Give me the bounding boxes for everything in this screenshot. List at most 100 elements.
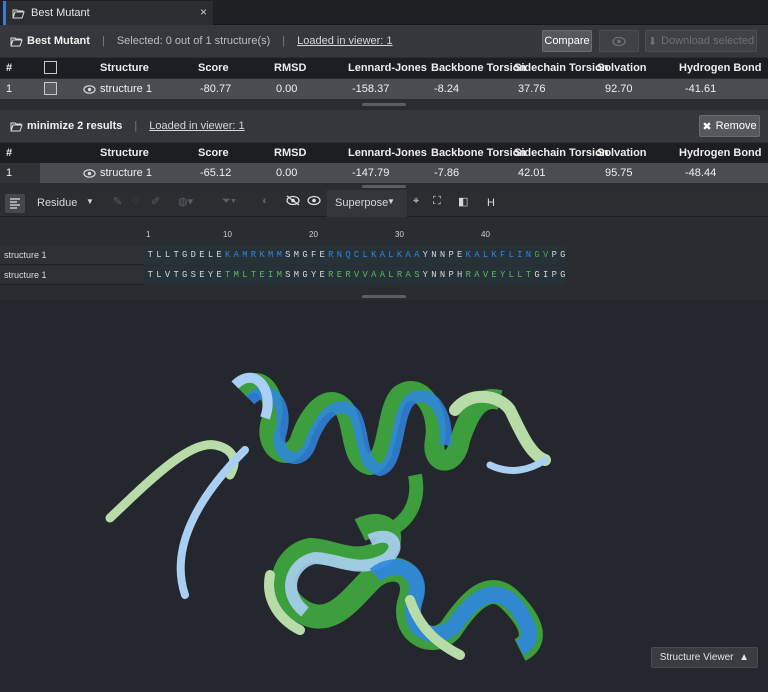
eye-icon[interactable] [83,169,96,178]
drag-handle[interactable] [362,185,406,188]
residue[interactable]: T [249,270,258,280]
residue[interactable]: E [335,270,344,280]
table-row[interactable]: 1 structure 1 -80.77 0.00 -158.37 -8.24 … [0,79,768,99]
wand-icon[interactable]: ✎ [113,195,122,208]
panel-splitter[interactable] [0,183,768,190]
residue[interactable]: E [455,250,464,260]
residue[interactable]: G [301,270,310,280]
residue[interactable]: I [541,270,550,280]
residue[interactable]: V [352,270,361,280]
residue[interactable]: K [258,250,267,260]
select-all-checkbox[interactable] [44,61,57,74]
drag-handle[interactable] [362,103,406,106]
residue[interactable]: V [163,270,172,280]
residue[interactable]: F [309,250,318,260]
residue[interactable]: A [412,250,421,260]
residue[interactable]: N [430,270,439,280]
residue[interactable]: E [258,270,267,280]
column-header-rmsd[interactable]: RMSD [274,147,306,159]
residue[interactable]: K [223,250,232,260]
residue[interactable]: R [344,270,353,280]
residue[interactable]: L [361,250,370,260]
residue[interactable]: Y [498,270,507,280]
column-header-hydrogen-bond[interactable]: Hydrogen Bond [679,147,762,159]
residue[interactable]: R [464,270,473,280]
compare-button[interactable]: Compare [542,30,592,52]
residue[interactable]: F [498,250,507,260]
residue[interactable]: L [481,250,490,260]
residue[interactable]: T [172,270,181,280]
sequence-toggle-button[interactable] [5,194,25,213]
residue[interactable]: E [318,270,327,280]
residue[interactable]: G [533,250,542,260]
brush-icon[interactable]: ✐ [151,195,160,208]
residue[interactable]: A [473,270,482,280]
residue[interactable]: R [326,270,335,280]
residue[interactable]: M [241,250,250,260]
column-header-solvation[interactable]: Solvation [597,62,647,74]
residue[interactable]: M [232,270,241,280]
residue[interactable]: V [361,270,370,280]
structure-viewer-canvas[interactable]: Structure Viewer ▲ [0,300,768,692]
hydrogen-toggle[interactable]: H [487,197,495,209]
residue[interactable]: G [180,250,189,260]
download-selected-button[interactable]: ⬇ Download selected [645,30,757,52]
row-checkbox[interactable] [44,82,57,95]
residue[interactable]: M [275,250,284,260]
residue[interactable]: Y [421,250,430,260]
residue[interactable]: T [524,270,533,280]
crosshair-icon[interactable]: ⌖ [413,195,419,208]
residue[interactable]: R [249,250,258,260]
view-button[interactable] [599,30,639,52]
residue[interactable]: L [507,250,516,260]
fullscreen-icon[interactable]: ⛶ [433,195,441,208]
eye-icon[interactable] [83,85,96,94]
lasso-icon[interactable]: ◌ [132,195,139,207]
residue[interactable]: A [378,250,387,260]
caret-down-icon[interactable]: ▼ [86,197,94,206]
residue[interactable]: L [155,250,164,260]
residue[interactable]: S [284,250,293,260]
column-header-score[interactable]: Score [198,147,229,159]
residue[interactable]: V [481,270,490,280]
loaded-in-viewer-link[interactable]: Loaded in viewer: 1 [149,120,244,132]
residue[interactable]: G [301,250,310,260]
column-header-backbone-torsion[interactable]: Backbone Torsion [431,62,526,74]
close-icon[interactable]: × [200,5,207,19]
contrast-icon[interactable]: ◐ [262,195,269,207]
tab-best-mutant[interactable]: Best Mutant × [3,1,213,25]
eye-slash-icon[interactable] [286,195,300,209]
column-header-lennard-jones[interactable]: Lennard-Jones [348,62,427,74]
panel-splitter[interactable] [0,99,768,109]
residue[interactable]: I [516,250,525,260]
residue[interactable]: N [430,250,439,260]
residue[interactable]: L [516,270,525,280]
residue[interactable]: S [284,270,293,280]
sequence-row[interactable]: structure 1 TLLTGDELEKAMRKMMSMGFERNQCLKA… [0,246,566,265]
residue[interactable]: Y [421,270,430,280]
residue[interactable]: C [352,250,361,260]
sequence-residues[interactable]: TLVTGSEYETMLTEIMSMGYERERVVAALRASYNNPHRAV… [146,270,567,280]
residue[interactable]: K [395,250,404,260]
residue[interactable]: L [387,250,396,260]
column-header-sidechain-torsion[interactable]: Sidechain Torsion [514,147,609,159]
residue[interactable]: S [189,270,198,280]
residue[interactable]: P [447,250,456,260]
residue[interactable]: E [215,250,224,260]
structure-viewer-button[interactable]: Structure Viewer ▲ [650,647,758,668]
residue[interactable]: M [275,270,284,280]
column-header-structure[interactable]: Structure [100,147,149,159]
residue-dropdown[interactable]: Residue [37,197,77,209]
residue[interactable]: A [369,270,378,280]
residue[interactable]: L [155,270,164,280]
residue[interactable]: A [232,250,241,260]
eye-icon[interactable] [307,195,321,209]
residue[interactable]: E [215,270,224,280]
residue[interactable]: Y [206,270,215,280]
filter-icon[interactable]: ⏷▾ [222,195,236,208]
residue[interactable]: L [206,250,215,260]
column-header-structure[interactable]: Structure [100,62,149,74]
residue[interactable]: K [369,250,378,260]
residue[interactable]: E [198,250,207,260]
residue[interactable]: K [490,250,499,260]
